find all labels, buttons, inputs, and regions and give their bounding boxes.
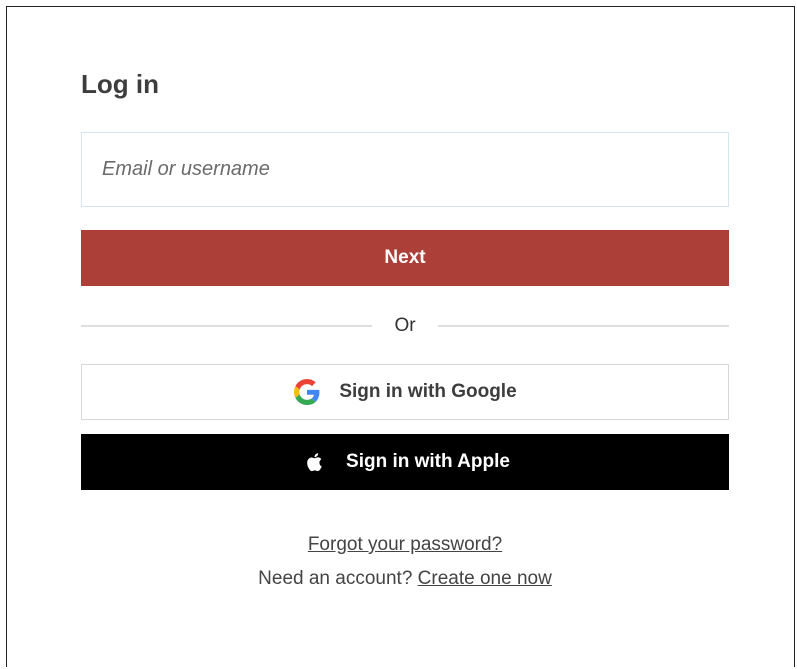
google-g-icon [293, 378, 321, 406]
apple-signin-label: Sign in with Apple [346, 451, 510, 472]
create-account-link[interactable]: Create one now [418, 568, 552, 589]
email-input[interactable] [81, 132, 729, 207]
divider-line-right [437, 325, 730, 327]
next-button-label: Next [384, 247, 426, 268]
apple-signin-button[interactable]: Sign in with Apple [81, 434, 729, 490]
page-title: Log in [81, 69, 159, 99]
google-signin-button[interactable]: Sign in with Google [81, 364, 729, 420]
google-signin-label: Sign in with Google [339, 381, 517, 402]
page-frame: Log in Next Or Sign in with Google [6, 6, 795, 667]
next-button[interactable]: Next [81, 230, 729, 286]
divider-text: Or [394, 315, 416, 336]
or-divider: Or [81, 311, 730, 341]
need-account-text: Need an account? [258, 568, 413, 589]
create-account-row: Need an account? Create one now [81, 562, 729, 596]
forgot-password-link[interactable]: Forgot your password? [308, 534, 502, 555]
account-links: Forgot your password? Need an account? C… [81, 528, 729, 596]
divider-line-left [81, 325, 373, 327]
apple-icon [300, 448, 328, 476]
forgot-row: Forgot your password? [81, 528, 729, 562]
